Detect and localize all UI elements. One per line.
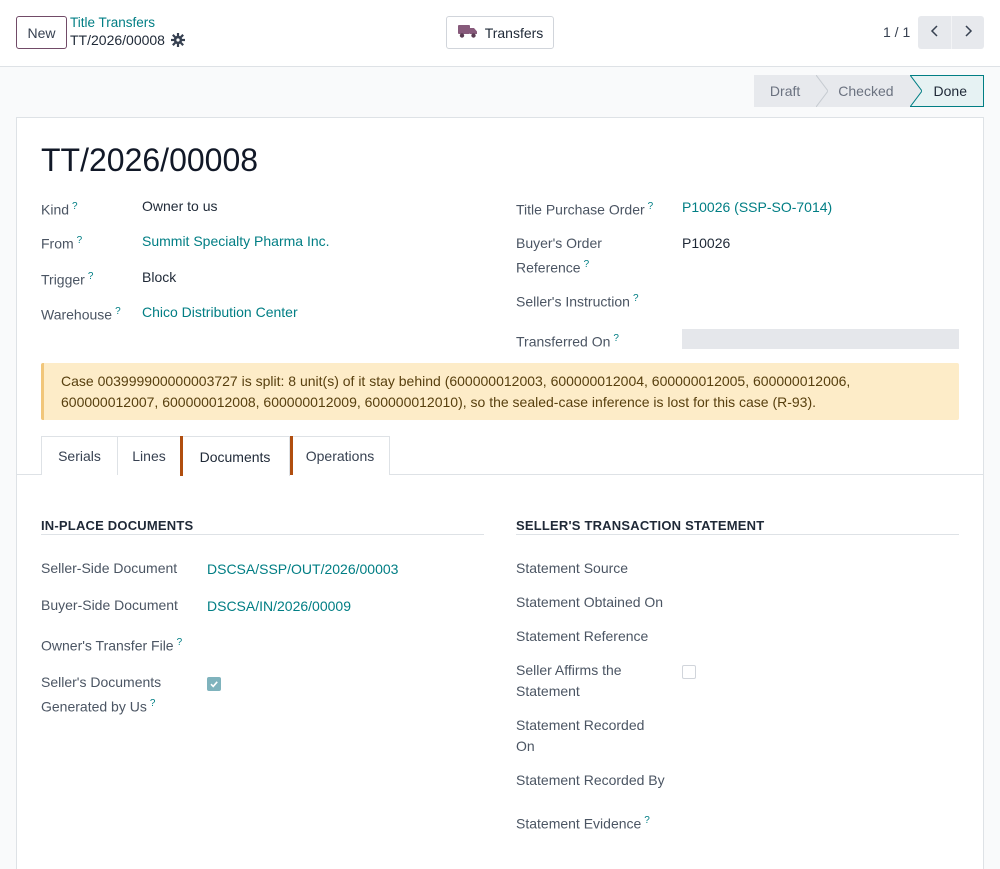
help-icon[interactable]: ? <box>72 201 78 212</box>
tab-serials[interactable]: Serials <box>41 436 118 475</box>
seller-affirms-label: Seller Affirms the Statement <box>516 660 622 702</box>
help-icon[interactable]: ? <box>88 271 94 282</box>
buyer-side-document-label: Buyer-Side Document <box>41 597 178 613</box>
pager-value[interactable]: 1 / 1 <box>883 24 910 40</box>
new-button[interactable]: New <box>16 16 67 49</box>
statement-source-label: Statement Source <box>516 560 629 576</box>
buyer-order-reference-value[interactable]: P10026 <box>682 233 730 254</box>
help-icon[interactable]: ? <box>648 201 654 212</box>
trigger-label-text: Trigger <box>41 271 85 288</box>
statement-obtained-on-label: Statement Obtained On <box>516 594 664 610</box>
in-place-documents-heading: IN-PLACE DOCUMENTS <box>41 518 194 533</box>
generated-label-line1: Seller's Documents <box>41 674 162 690</box>
stage-separator-icon <box>909 75 922 107</box>
title-purchase-order-label-text: Title Purchase Order <box>516 201 645 218</box>
tab-operations-label: Operations <box>305 448 375 464</box>
seller-instruction-label-text: Seller's Instruction <box>516 293 630 310</box>
breadcrumb-parent-link[interactable]: Title Transfers <box>70 15 155 30</box>
seller-instruction-label: Seller's Instruction? <box>516 288 639 313</box>
recorded-on-label-line2: On <box>516 738 535 754</box>
from-label: From? <box>41 230 82 255</box>
help-icon[interactable]: ? <box>77 235 83 246</box>
buyer-order-reference-label-line2: Reference <box>516 259 581 276</box>
chevron-left-icon <box>930 24 940 41</box>
checkmark-icon <box>209 676 219 692</box>
truck-icon <box>457 23 479 42</box>
recorded-on-label-line1: Statement Recorded <box>516 717 645 733</box>
pager-previous-button[interactable] <box>918 16 951 49</box>
warehouse-label-text: Warehouse <box>41 306 113 323</box>
seller-documents-generated-checkbox[interactable] <box>207 677 221 691</box>
help-icon[interactable]: ? <box>613 333 619 344</box>
warning-line-1: Case 003999900000003727 is split: 8 unit… <box>61 373 851 389</box>
seller-documents-generated-label: Seller's Documents Generated by Us? <box>41 672 161 718</box>
transfers-smart-button-label: Transfers <box>484 24 544 41</box>
pager-next-button[interactable] <box>951 16 984 49</box>
statement-recorded-on-label: Statement Recorded On <box>516 715 644 757</box>
section-divider <box>516 534 959 535</box>
help-icon[interactable]: ? <box>150 698 156 709</box>
warehouse-label: Warehouse? <box>41 301 121 326</box>
stage-separator-icon <box>816 75 829 107</box>
generated-label-line2: Generated by Us <box>41 698 147 715</box>
title-purchase-order-link[interactable]: P10026 (SSP-SO-7014) <box>682 197 832 218</box>
owner-transfer-file-label: Owner's Transfer File? <box>41 632 182 657</box>
form-sheet: TT/2026/00008 Kind? Owner to us From? Su… <box>16 117 984 869</box>
gear-icon[interactable] <box>170 33 185 47</box>
affirms-label-line2: Statement <box>516 683 580 699</box>
status-stage-draft[interactable]: Draft <box>753 75 817 107</box>
statement-reference-label: Statement Reference <box>516 628 649 644</box>
transferred-on-label: Transferred On? <box>516 328 619 353</box>
kind-value[interactable]: Owner to us <box>142 196 217 217</box>
tab-operations[interactable]: Operations <box>290 436 390 475</box>
notebook-tabs: Serials Lines Documents Operations <box>17 436 983 476</box>
breadcrumb-current: TT/2026/00008 <box>70 32 185 48</box>
help-icon[interactable]: ? <box>644 815 650 826</box>
help-icon[interactable]: ? <box>177 637 183 648</box>
help-icon[interactable]: ? <box>633 293 639 304</box>
buyer-order-reference-label-line1: Buyer's Order <box>516 235 602 251</box>
kind-label: Kind? <box>41 196 78 221</box>
trigger-label: Trigger? <box>41 266 93 291</box>
tab-lines[interactable]: Lines <box>117 436 181 475</box>
seller-side-document-link[interactable]: DSCSA/SSP/OUT/2026/00003 <box>207 559 398 580</box>
kind-label-text: Kind <box>41 201 70 218</box>
transferred-on-label-text: Transferred On <box>516 333 611 350</box>
help-icon[interactable]: ? <box>115 306 121 317</box>
title-purchase-order-label: Title Purchase Order? <box>516 196 653 221</box>
tab-documents-label: Documents <box>199 448 271 465</box>
status-stage-checked[interactable]: Checked <box>828 75 910 107</box>
tab-documents[interactable]: Documents <box>180 436 290 476</box>
seller-affirms-checkbox[interactable] <box>682 665 696 679</box>
from-partner-link[interactable]: Summit Specialty Pharma Inc. <box>142 231 330 252</box>
control-panel: New Title Transfers TT/2026/00008 Transf… <box>0 0 1000 67</box>
breadcrumb-current-label: TT/2026/00008 <box>70 32 165 48</box>
from-label-text: From <box>41 235 74 252</box>
tab-accent-bar <box>290 436 293 475</box>
statement-evidence-label: Statement Evidence? <box>516 810 650 835</box>
trigger-value[interactable]: Block <box>142 267 176 288</box>
help-icon[interactable]: ? <box>584 259 590 270</box>
status-stage-done[interactable]: Done <box>921 75 984 107</box>
section-divider <box>41 534 484 535</box>
transferred-on-field[interactable] <box>682 329 959 349</box>
split-case-warning: Case 003999900000003727 is split: 8 unit… <box>41 363 959 420</box>
chevron-right-icon <box>963 24 973 41</box>
warning-line-2: 600000012007, 600000012008, 600000012009… <box>61 394 817 410</box>
tab-accent-bar <box>180 436 183 476</box>
owner-transfer-file-label-text: Owner's Transfer File <box>41 637 174 654</box>
affirms-label-line1: Seller Affirms the <box>516 662 622 678</box>
buyer-order-reference-label: Buyer's Order Reference? <box>516 233 602 279</box>
buyer-side-document-link[interactable]: DSCSA/IN/2026/00009 <box>207 596 351 617</box>
statement-recorded-by-label: Statement Recorded By <box>516 772 665 788</box>
transfers-smart-button[interactable]: Transfers <box>446 16 554 49</box>
statement-evidence-label-text: Statement Evidence <box>516 815 642 832</box>
warehouse-link[interactable]: Chico Distribution Center <box>142 302 298 323</box>
seller-transaction-statement-heading: SELLER'S TRANSACTION STATEMENT <box>516 518 765 533</box>
seller-side-document-label: Seller-Side Document <box>41 560 178 576</box>
record-title: TT/2026/00008 <box>41 142 259 178</box>
status-bar: Draft Checked Done <box>753 75 984 107</box>
